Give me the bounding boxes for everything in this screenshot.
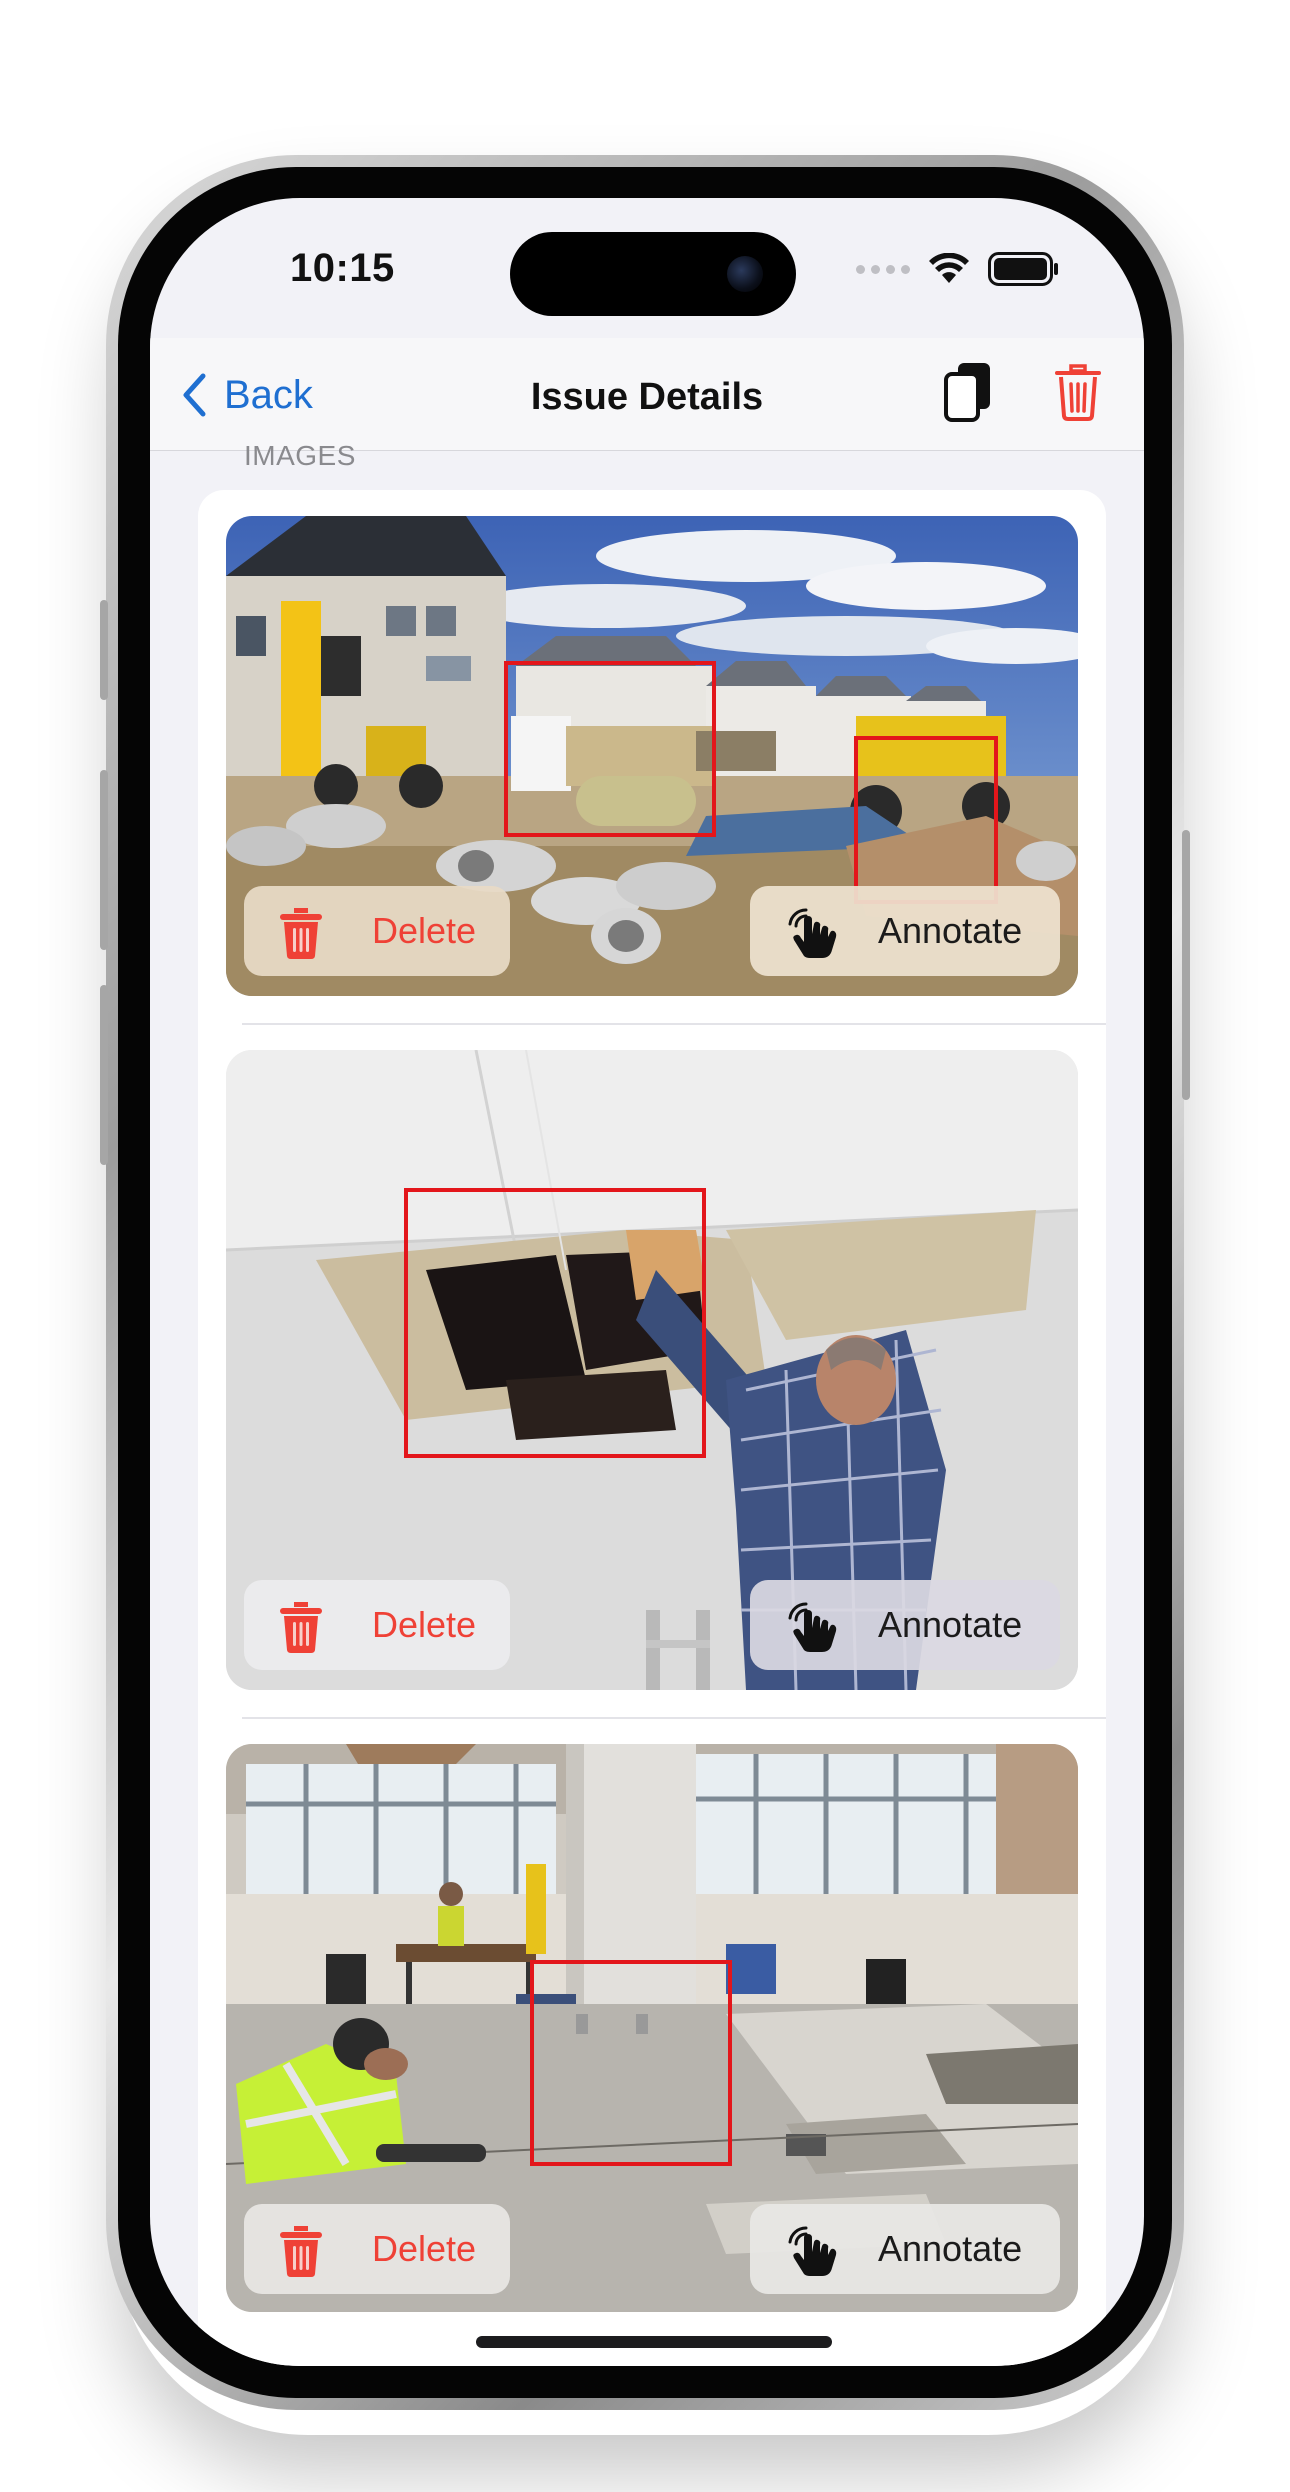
image-cell: Delete Annotate xyxy=(226,1050,1078,1690)
home-indicator[interactable] xyxy=(476,2336,832,2348)
annotate-label: Annotate xyxy=(878,1604,1023,1645)
annotation-box xyxy=(854,736,998,904)
delete-label: Delete xyxy=(372,1604,477,1645)
delete-label: Delete xyxy=(372,910,477,951)
annotation-box xyxy=(530,1960,732,2166)
copy-button[interactable] xyxy=(940,360,996,429)
dynamic-island xyxy=(510,232,796,316)
hand-tap-icon xyxy=(788,908,837,958)
delete-issue-button[interactable] xyxy=(1055,362,1101,427)
wifi-icon xyxy=(929,253,969,283)
side-button-silent xyxy=(100,600,108,700)
trash-icon xyxy=(280,1602,322,1653)
status-time: 10:15 xyxy=(290,246,395,290)
section-header-images: IMAGES xyxy=(244,440,356,471)
trash-icon xyxy=(1055,364,1101,421)
image-cell: Delete Annotate xyxy=(226,516,1078,996)
cellular-signal-icon xyxy=(856,264,910,274)
image-cell: Delete Annotate xyxy=(226,1744,1078,2312)
side-button-power xyxy=(1182,830,1190,1100)
hand-tap-icon xyxy=(788,1602,837,1652)
trash-icon xyxy=(280,908,322,959)
status-icons xyxy=(856,252,1060,286)
hand-tap-icon xyxy=(788,2226,837,2276)
annotate-label: Annotate xyxy=(878,2228,1023,2269)
delete-image-button[interactable]: Delete xyxy=(244,1580,510,1670)
annotate-button[interactable]: Annotate xyxy=(750,1580,1060,1670)
row-divider xyxy=(242,1717,1106,1719)
trash-icon xyxy=(280,2226,322,2277)
front-camera-icon xyxy=(727,256,763,292)
annotation-box xyxy=(504,661,716,837)
battery-icon xyxy=(988,252,1058,286)
row-divider xyxy=(242,1023,1106,1025)
side-button-volume-up xyxy=(100,770,108,950)
side-button-volume-down xyxy=(100,985,108,1165)
phone-screen: 10:15 Back Issue Details IMAGES Delete A… xyxy=(150,198,1144,2366)
images-card: Delete Annotate Delete Annotate Delete A… xyxy=(198,490,1106,2366)
annotate-button[interactable]: Annotate xyxy=(750,2204,1060,2294)
annotate-button[interactable]: Annotate xyxy=(750,886,1060,976)
delete-image-button[interactable]: Delete xyxy=(244,886,510,976)
delete-image-button[interactable]: Delete xyxy=(244,2204,510,2294)
copy-icon xyxy=(944,363,990,422)
annotate-label: Annotate xyxy=(878,910,1023,951)
annotation-box xyxy=(404,1188,706,1458)
delete-label: Delete xyxy=(372,2228,477,2269)
navigation-bar: Back Issue Details xyxy=(150,338,1144,451)
